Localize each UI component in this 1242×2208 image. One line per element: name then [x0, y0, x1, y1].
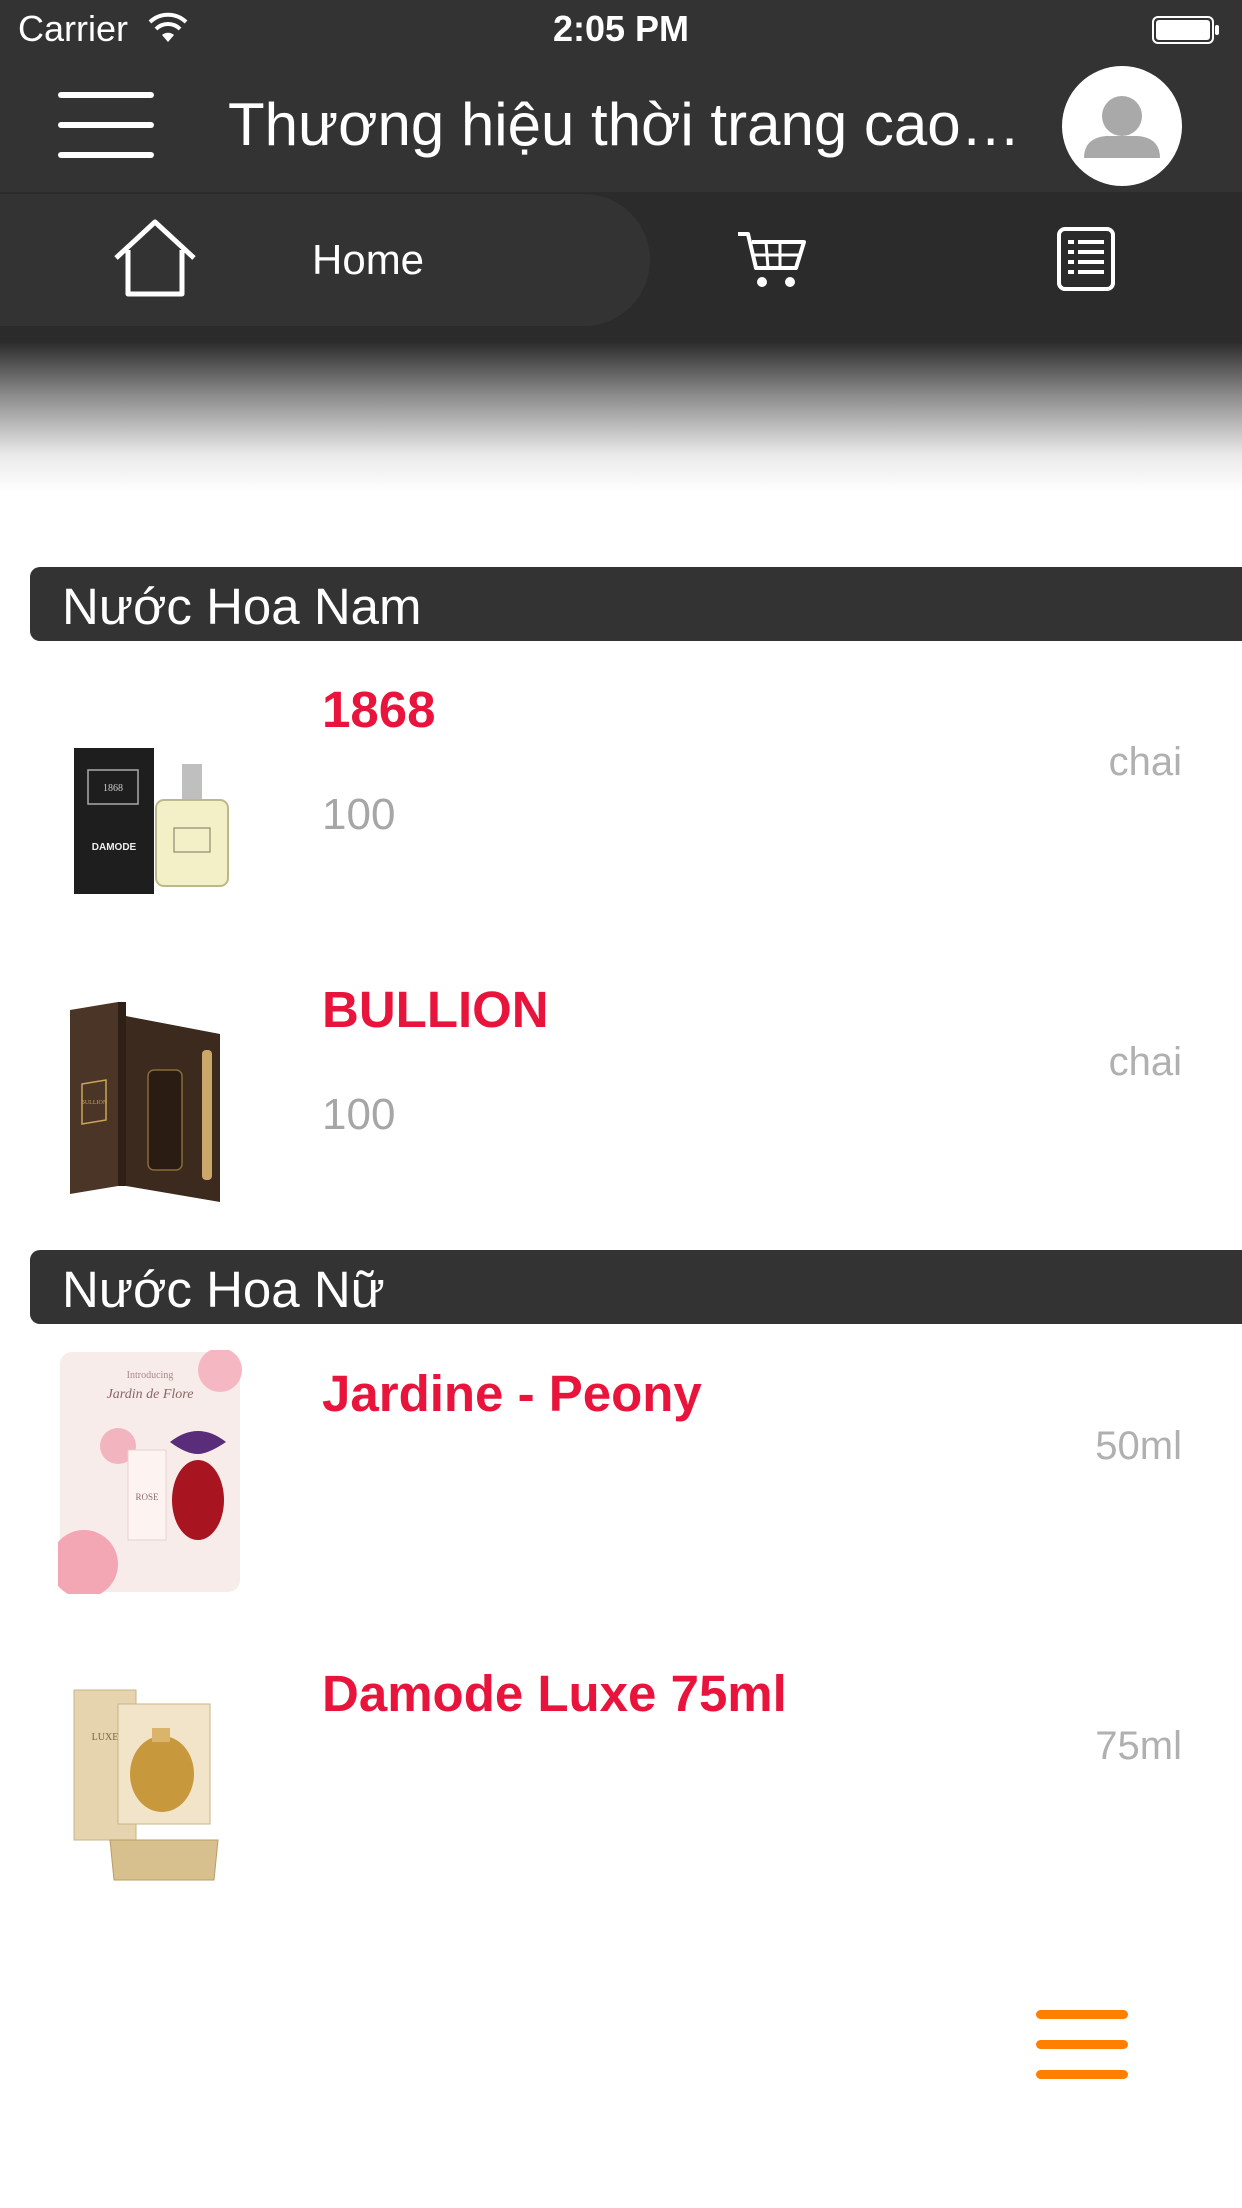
ad-script: Jardin de Flore — [107, 1387, 194, 1402]
list-icon[interactable] — [1056, 226, 1116, 292]
section-header-women: Nước Hoa Nữ — [30, 1250, 1242, 1324]
product-unit: chai — [1108, 740, 1182, 784]
product-row-bullion[interactable]: BULLION BULLION 100 chai — [0, 940, 1242, 1240]
bottle-label: ROSE — [135, 1492, 159, 1502]
box-label: 1868 — [103, 783, 123, 794]
home-icon — [114, 219, 196, 297]
product-unit: 50ml — [1095, 1424, 1182, 1468]
tab-home-label: Home — [312, 236, 425, 283]
tab-home[interactable]: Home — [0, 194, 650, 326]
clock: 2:05 PM — [552, 8, 690, 49]
ad-heading: Introducing — [127, 1370, 174, 1381]
product-row-damode-luxe[interactable]: LUXE Damode Luxe 75ml 75ml — [0, 1624, 1242, 1924]
box-label: LUXE — [92, 1732, 119, 1743]
product-image: LUXE — [73, 1689, 219, 1881]
page-title: Thương hiệu thời trang cao… — [228, 91, 1021, 158]
status-bar: Carrier 2:05 PM — [0, 0, 1242, 62]
product-price: 100 — [322, 1090, 396, 1139]
cart-icon[interactable] — [736, 228, 808, 292]
hamburger-icon[interactable] — [58, 88, 158, 162]
navigation-bar: Thương hiệu thời trang cao… — [0, 62, 1242, 192]
header-fade — [0, 342, 1242, 492]
brand-label: DAMODE — [92, 842, 137, 853]
user-avatar-icon[interactable] — [1062, 66, 1182, 186]
product-name: BULLION — [322, 981, 549, 1038]
product-image: 1868 DAMODE — [74, 748, 229, 894]
product-name: 1868 — [322, 681, 436, 738]
section-title: Nước Hoa Nữ — [62, 1261, 385, 1318]
box-label: BULLION — [81, 1100, 108, 1106]
floating-menu-icon[interactable] — [1036, 2010, 1128, 2080]
section-title: Nước Hoa Nam — [62, 578, 422, 635]
product-name: Damode Luxe 75ml — [322, 1665, 787, 1722]
section-header-men: Nước Hoa Nam — [30, 567, 1242, 641]
product-row-jardine-peony[interactable]: Introducing Jardin de Flore ROSE Jardine… — [0, 1324, 1242, 1624]
product-image: BULLION — [70, 1002, 220, 1202]
product-row-1868[interactable]: 1868 DAMODE 1868 100 chai — [0, 640, 1242, 940]
product-unit: 75ml — [1095, 1724, 1182, 1768]
battery-icon — [1152, 16, 1219, 44]
product-price: 100 — [322, 790, 396, 839]
tab-bar: Home — [0, 192, 1242, 342]
product-name: Jardine - Peony — [322, 1365, 702, 1422]
product-unit: chai — [1108, 1040, 1182, 1084]
product-image: Introducing Jardin de Flore ROSE — [58, 1350, 242, 1594]
